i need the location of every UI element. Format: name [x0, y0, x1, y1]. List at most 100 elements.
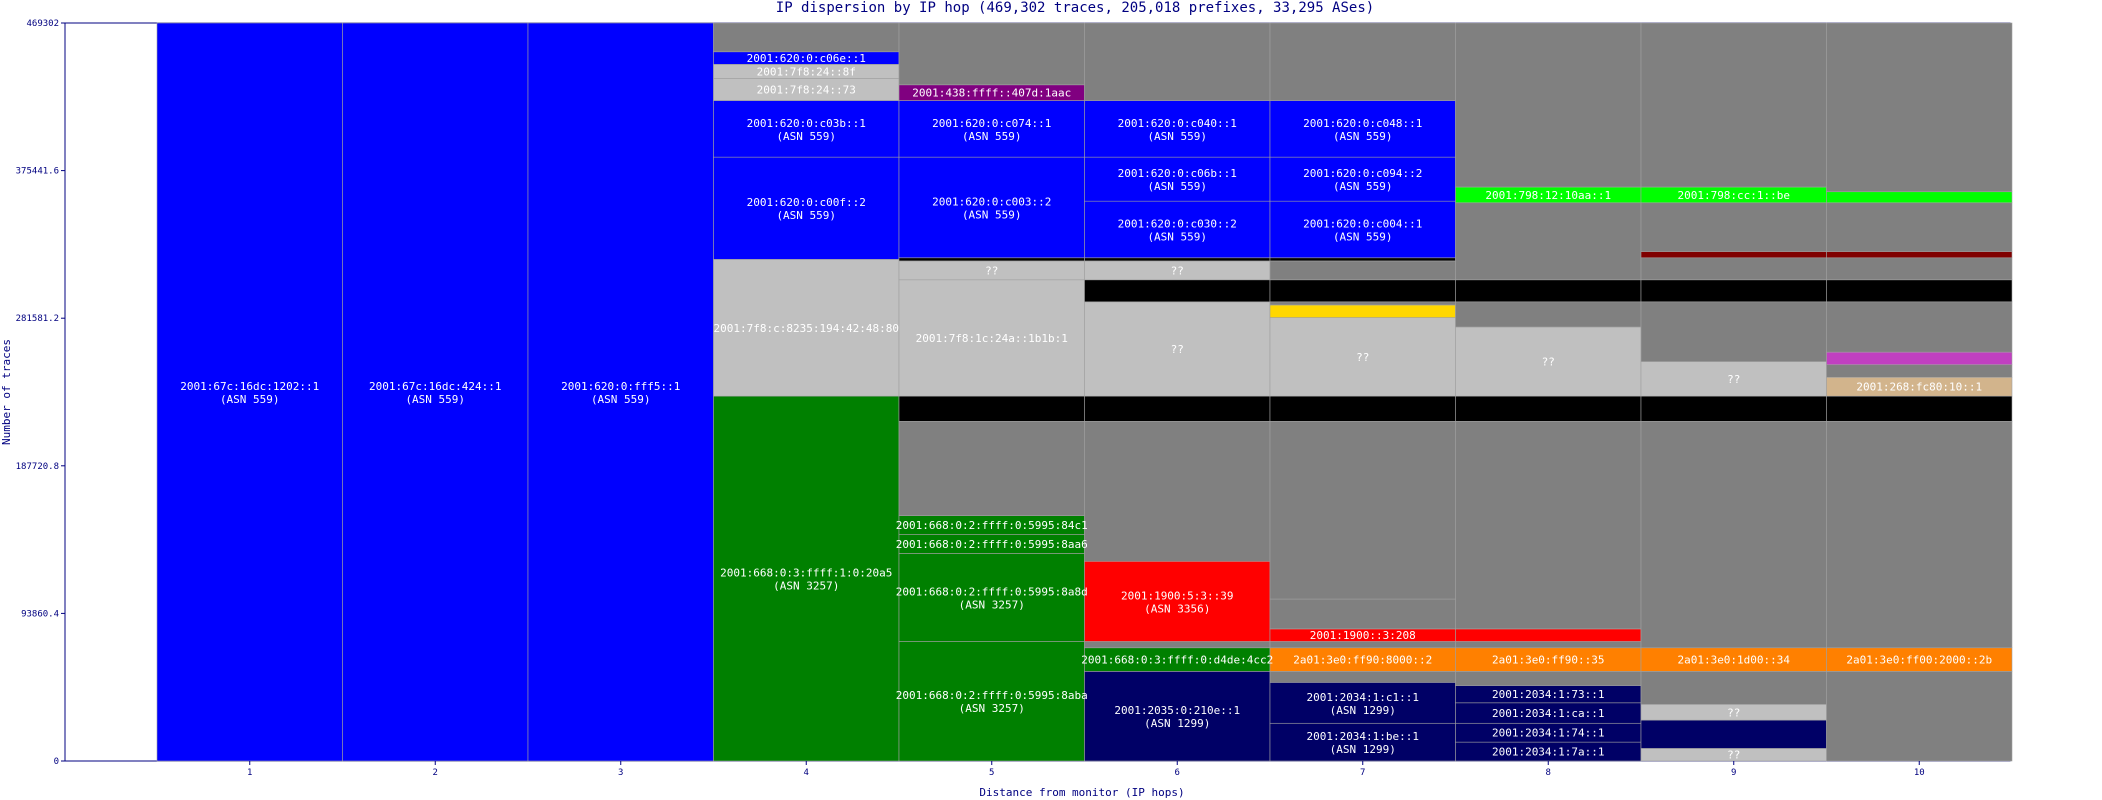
- bar-segment-hop10-8: [1826, 279, 2013, 303]
- bar-segment-hop8-6: [1455, 641, 1642, 649]
- x-tick-label-5: 5: [989, 768, 994, 778]
- segment-label-hop4-5: 2001:7f8:24::8f: [757, 65, 856, 78]
- bar-segment-hop7-14: [1269, 257, 1456, 262]
- segment-label-hop1-0: 2001:67c:16dc:1202::1: [180, 380, 319, 393]
- bar-segment-hop4-7: [713, 22, 900, 53]
- y-tick-label-3: 281581.2: [16, 314, 59, 324]
- segment-label-hop7-9: ??: [1356, 351, 1369, 364]
- bar-segment-hop10-5: [1826, 364, 2013, 378]
- segment-label-hop5-7: ??: [985, 264, 998, 277]
- segment-label-hop9-2: ??: [1727, 706, 1740, 719]
- y-tick-label-2: 187720.8: [16, 462, 59, 472]
- segment-label-hop9-4: 2a01:3e0:1d00::34: [1677, 654, 1790, 667]
- x-tick-label-2: 2: [433, 768, 438, 778]
- bar-segment-hop8-8: [1455, 421, 1642, 630]
- segment-label-hop5-9: 2001:620:0:c003::2: [932, 195, 1051, 208]
- segment-label-hop7-17: 2001:620:0:c048::1: [1303, 117, 1422, 130]
- bar-segment-hop5-8: [898, 257, 1085, 262]
- segment-label-hop4-3: 2001:620:0:c03b::1: [747, 117, 866, 130]
- segment-label-hop8-3: 2001:2034:1:73::1: [1492, 688, 1605, 701]
- segment-label-hop6-0: 2001:2035:0:210e::1: [1114, 704, 1240, 717]
- segment-label-hop8-10: ??: [1542, 356, 1555, 369]
- segment-asn-hop6-12: (ASN 559): [1147, 130, 1207, 143]
- segment-label-hop8-2: 2001:2034:1:ca::1: [1492, 707, 1605, 720]
- segment-label-hop7-0: 2001:2034:1:be::1: [1306, 730, 1419, 743]
- bar-segment-hop8-15: [1455, 22, 1642, 188]
- bar-segment-hop10-13: [1826, 22, 2013, 193]
- bar-segment-hop8-13: [1455, 202, 1642, 281]
- bar-segment-hop7-8: [1269, 395, 1456, 422]
- ip-dispersion-chart: IP dispersion by IP hop (469,302 traces,…: [0, 0, 2013, 799]
- segment-label-hop5-0: 2001:668:0:2:ffff:0:5995:8aba: [896, 689, 1088, 702]
- segment-label-hop5-10: 2001:620:0:c074::1: [932, 117, 1051, 130]
- segment-asn-hop5-9: (ASN 559): [962, 208, 1022, 221]
- y-ticks-layer: 0 93860.4 187720.8 281581.2 375441.6 469302: [16, 19, 65, 767]
- segment-asn-hop7-17: (ASN 559): [1333, 130, 1393, 143]
- segment-label-hop4-0: 2001:668:0:3:ffff:1:0:20a5: [720, 567, 892, 580]
- segment-label-hop8-0: 2001:2034:1:7a::1: [1492, 746, 1605, 759]
- segment-label-hop7-15: 2001:620:0:c004::1: [1303, 217, 1422, 230]
- segment-label-hop4-1: 2001:7f8:c:8235:194:42:48:80: [714, 322, 899, 335]
- x-axis-label: Distance from monitor (IP hops): [979, 786, 1184, 799]
- segment-asn-hop6-11: (ASN 559): [1147, 180, 1207, 193]
- segment-asn-hop5-10: (ASN 559): [962, 130, 1022, 143]
- segment-asn-hop4-3: (ASN 559): [776, 130, 836, 143]
- bar-segment-hop10-12: [1826, 191, 2013, 204]
- bar-segment-hop10-3: [1826, 395, 2013, 422]
- segment-label-hop6-3: 2001:1900:5:3::39: [1121, 589, 1234, 602]
- segment-label-hop10-1: 2a01:3e0:ff00:2000::2b: [1846, 654, 1992, 667]
- segment-label-hop10-4: 2001:268:fc80:10::1: [1856, 381, 1982, 394]
- bar-segment-hop7-11: [1269, 301, 1456, 306]
- bar-segment-hop5-5: [898, 395, 1085, 422]
- bar-segment-hop6-9: [1084, 257, 1271, 262]
- segment-label-hop6-1: 2001:668:0:3:ffff:0:d4de:4cc2: [1081, 654, 1273, 667]
- x-tick-label-1: 1: [247, 768, 252, 778]
- segment-label-hop5-11: 2001:438:ffff::407d:1aac: [912, 87, 1071, 100]
- bar-segment-hop9-14: [1640, 22, 1827, 188]
- segment-label-hop4-4: 2001:7f8:24::73: [757, 84, 856, 97]
- segment-label-hop5-1: 2001:668:0:2:ffff:0:5995:8a8d: [896, 585, 1088, 598]
- segment-label-hop6-10: 2001:620:0:c030::2: [1118, 217, 1237, 230]
- y-tick-label-4: 375441.6: [16, 167, 59, 177]
- bar-segment-hop9-6: [1640, 395, 1827, 422]
- segment-asn-hop7-16: (ASN 559): [1333, 180, 1393, 193]
- segment-label-hop9-13: 2001:798:cc:1::be: [1677, 189, 1790, 202]
- bar-segment-hop10-10: [1826, 251, 2013, 259]
- segment-label-hop5-6: 2001:7f8:1c:24a::1b1b:1: [916, 332, 1068, 345]
- bar-segment-hop9-5: [1640, 421, 1827, 649]
- bar-segment-hop9-11: [1640, 251, 1827, 259]
- x-tick-label-8: 8: [1546, 768, 1551, 778]
- bar-segment-hop7-13: [1269, 260, 1456, 281]
- bar-segment-hop7-2: [1269, 671, 1456, 683]
- bar-segment-hop10-9: [1826, 257, 2013, 281]
- bar-segment-hop9-9: [1640, 279, 1827, 303]
- segment-label-hop9-7: ??: [1727, 373, 1740, 386]
- bar-segment-hop8-7: [1455, 628, 1642, 642]
- segment-label-hop5-3: 2001:668:0:2:ffff:0:5995:84c1: [896, 519, 1088, 532]
- bar-segment-hop6-4: [1084, 421, 1271, 562]
- segment-label-hop7-1: 2001:2034:1:c1::1: [1306, 691, 1419, 704]
- x-tick-label-6: 6: [1175, 768, 1180, 778]
- segment-asn-hop5-0: (ASN 3257): [959, 702, 1025, 715]
- bar-segment-hop6-13: [1084, 22, 1271, 101]
- x-tick-label-3: 3: [618, 768, 623, 778]
- segment-label-hop4-2: 2001:620:0:c00f::2: [747, 196, 866, 209]
- segment-label-hop2-0: 2001:67c:16dc:424::1: [369, 380, 501, 393]
- segment-asn-hop1-0: (ASN 559): [220, 393, 280, 406]
- segment-asn-hop3-0: (ASN 559): [591, 393, 651, 406]
- x-tick-label-9: 9: [1731, 768, 1736, 778]
- bar-segment-hop10-0: [1826, 671, 2013, 762]
- bar-segment-hop9-1: [1640, 719, 1827, 749]
- bar-segment-hop7-10: [1269, 304, 1456, 318]
- y-tick-label-1: 93860.4: [21, 609, 59, 619]
- y-axis-label: Number of traces: [0, 339, 13, 445]
- bar-segment-hop8-12: [1455, 279, 1642, 303]
- segment-label-hop9-0: ??: [1727, 749, 1740, 762]
- segment-asn-hop4-2: (ASN 559): [776, 209, 836, 222]
- bar-segment-hop10-6: [1826, 351, 2013, 366]
- segment-label-hop4-6: 2001:620:0:c06e::1: [747, 52, 866, 65]
- y-tick-label-5: 469302: [26, 19, 59, 29]
- segment-asn-hop4-0: (ASN 3257): [773, 580, 839, 593]
- segment-label-hop7-5: 2001:1900::3:208: [1310, 629, 1416, 642]
- segment-label-hop7-3: 2a01:3e0:ff90:8000::2: [1293, 654, 1432, 667]
